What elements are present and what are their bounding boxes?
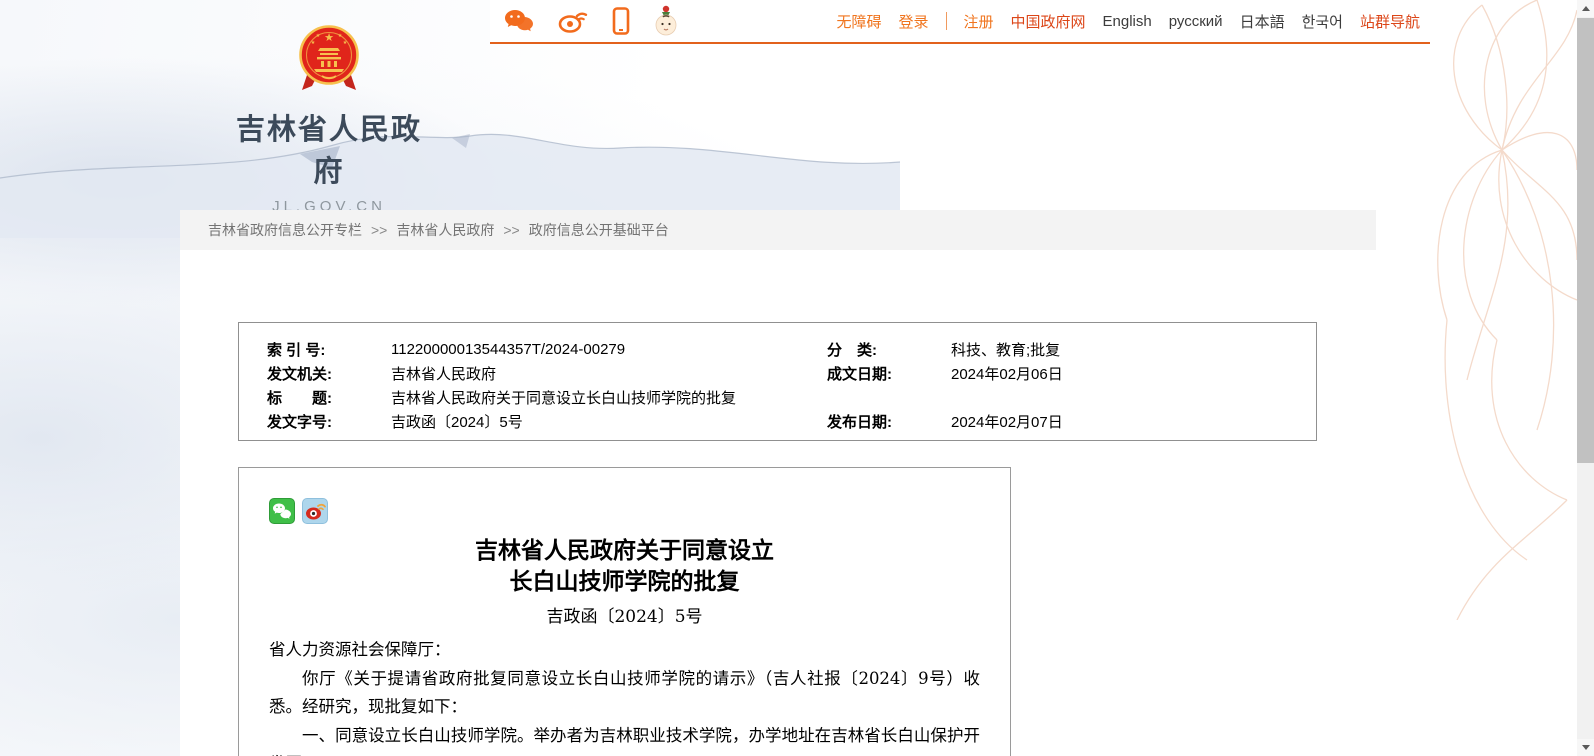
breadcrumb-item-info-disclosure[interactable]: 吉林省政府信息公开专栏: [208, 220, 362, 240]
mobile-icon[interactable]: [612, 7, 630, 35]
page-root: 无障碍 登录 注册 中国政府网 English русский 日本語 한국어 …: [0, 0, 1594, 756]
top-bar: 无障碍 登录 注册 中国政府网 English русский 日本語 한국어 …: [490, 0, 1430, 44]
meta-index-value: 11220000013544357T/2024-00279: [391, 341, 827, 358]
document-title: 吉林省人民政府关于同意设立 长白山技师学院的批复: [269, 535, 980, 597]
meta-doc-no-label: 发文字号:: [267, 411, 391, 432]
register-link[interactable]: 注册: [964, 11, 994, 32]
login-link[interactable]: 登录: [898, 11, 928, 32]
gov-cn-link[interactable]: 中国政府网: [1011, 11, 1086, 32]
breadcrumb-item-provincial-gov[interactable]: 吉林省人民政府: [396, 220, 494, 240]
breadcrumb-separator: >>: [371, 222, 387, 238]
accessibility-link[interactable]: 无障碍: [836, 11, 881, 32]
breadcrumb-item-platform[interactable]: 政府信息公开基础平台: [529, 220, 669, 240]
topbar-icon-group: [504, 5, 678, 37]
scrollbar[interactable]: [1577, 0, 1594, 756]
site-logo[interactable]: ★ ★ ★ ★ ★ 吉林省人民政府 JL.GOV.CN: [224, 24, 434, 215]
svg-text:★: ★: [316, 33, 321, 39]
korean-link[interactable]: 한국어: [1302, 11, 1343, 32]
wechat-icon[interactable]: [504, 8, 534, 34]
english-link[interactable]: English: [1103, 13, 1152, 30]
weibo-icon[interactable]: [558, 8, 588, 34]
svg-text:★: ★: [338, 33, 343, 39]
japanese-link[interactable]: 日本語: [1240, 11, 1285, 32]
document-body: 省人力资源社会保障厅： 你厅《关于提请省政府批复同意设立长白山技师学院的请示》（…: [269, 636, 980, 756]
svg-text:★: ★: [324, 32, 334, 44]
main-panel: 吉林省政府信息公开专栏 >> 吉林省人民政府 >> 政府信息公开基础平台 索 引…: [180, 210, 1376, 756]
document-salutation: 省人力资源社会保障厅：: [269, 636, 980, 665]
russian-link[interactable]: русский: [1169, 13, 1223, 30]
breadcrumb-separator: >>: [503, 222, 519, 238]
meta-category-value: 科技、教育;批复: [951, 339, 1316, 360]
scrollbar-down-arrow[interactable]: [1577, 739, 1594, 756]
meta-title-label: 标 题:: [267, 387, 391, 408]
document-title-line1: 吉林省人民政府关于同意设立: [269, 535, 980, 566]
meta-written-date-value: 2024年02月06日: [951, 363, 1316, 384]
document-number: 吉政函〔2024〕5号: [269, 602, 980, 627]
scrollbar-thumb[interactable]: [1577, 18, 1594, 463]
flower-pattern: [1427, 0, 1577, 620]
site-nav-link[interactable]: 站群导航: [1360, 11, 1420, 32]
link-divider: [946, 12, 947, 30]
svg-text:★: ★: [311, 40, 316, 46]
document-metadata-box: 索 引 号: 11220000013544357T/2024-00279 分 类…: [238, 322, 1317, 441]
share-icon-row: [269, 498, 980, 524]
svg-text:★: ★: [343, 40, 348, 46]
meta-written-date-label: 成文日期:: [827, 363, 951, 384]
meta-agency-value: 吉林省人民政府: [391, 363, 827, 384]
document-paragraph: 你厅《关于提请省政府批复同意设立长白山技师学院的请示》（吉人社报〔2024〕9号…: [269, 665, 980, 722]
meta-doc-no-value: 吉政函〔2024〕5号: [391, 411, 827, 432]
wechat-share-icon[interactable]: [269, 498, 295, 524]
breadcrumb: 吉林省政府信息公开专栏 >> 吉林省人民政府 >> 政府信息公开基础平台: [180, 210, 1376, 250]
document-title-line2: 长白山技师学院的批复: [269, 566, 980, 597]
scrollbar-up-arrow[interactable]: [1577, 0, 1594, 17]
meta-publish-date-value: 2024年02月07日: [951, 411, 1316, 432]
meta-category-label: 分 类:: [827, 339, 951, 360]
meta-publish-date-label: 发布日期:: [827, 411, 951, 432]
document-paragraph: 一、同意设立长白山技师学院。举办者为吉林职业技术学院，办学地址在吉林省长白山保护…: [269, 722, 980, 756]
site-name: 吉林省人民政府: [224, 106, 434, 190]
topbar-link-group: 无障碍 登录 注册 中国政府网 English русский 日本語 한국어 …: [836, 11, 1430, 32]
mascot-icon[interactable]: [654, 5, 678, 37]
meta-agency-label: 发文机关:: [267, 363, 391, 384]
national-emblem-icon: ★ ★ ★ ★ ★: [298, 24, 360, 96]
weibo-share-icon[interactable]: [302, 498, 328, 524]
meta-title-value: 吉林省人民政府关于同意设立长白山技师学院的批复: [391, 387, 1316, 408]
document-content-box: 吉林省人民政府关于同意设立 长白山技师学院的批复 吉政函〔2024〕5号 省人力…: [238, 467, 1011, 756]
meta-index-label: 索 引 号:: [267, 339, 391, 360]
